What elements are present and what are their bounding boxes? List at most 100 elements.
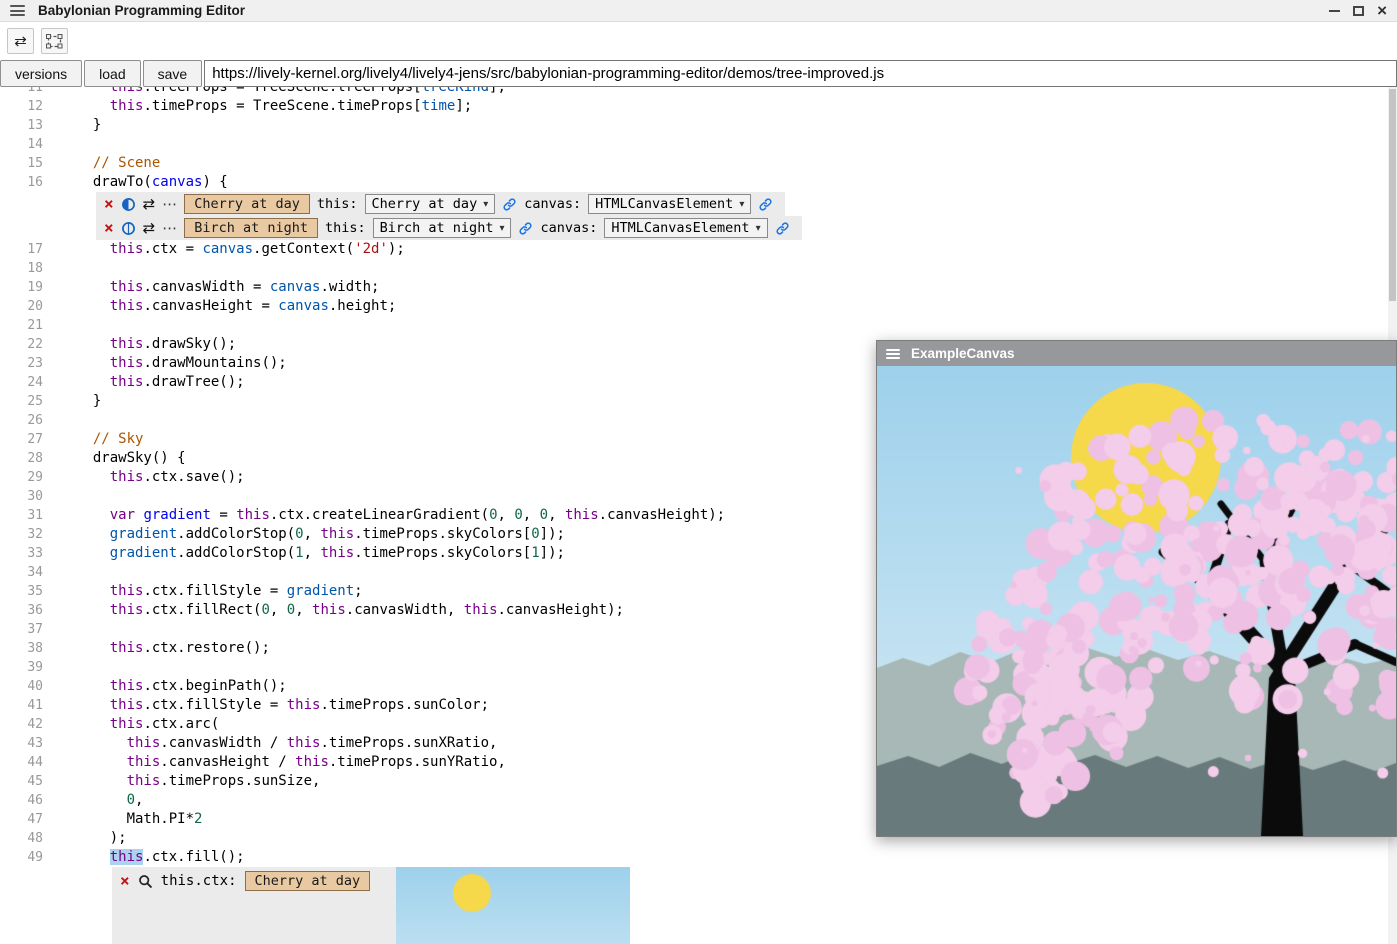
selection-frame-button[interactable] xyxy=(41,28,68,54)
example-name-button[interactable]: Birch at night xyxy=(184,218,318,238)
load-button[interactable]: load xyxy=(84,60,140,87)
code-text: this.drawSky(); xyxy=(76,335,236,354)
param-value: HTMLCanvasElement xyxy=(595,196,733,212)
code-token: .canvasWidth / xyxy=(160,735,286,751)
param-label: canvas: xyxy=(524,196,581,212)
code-token: .canvasHeight); xyxy=(599,507,725,523)
param-label: this: xyxy=(317,196,358,212)
param-dropdown[interactable]: Birch at night▾ xyxy=(373,218,512,238)
line-number: 46 xyxy=(0,791,47,810)
swap-arrows-button[interactable]: ⇄ xyxy=(7,28,34,54)
dropdown-caret-icon: ▾ xyxy=(739,199,744,210)
code-token: this xyxy=(287,735,321,751)
switch-example-icon[interactable]: ⇄ xyxy=(143,195,156,213)
code-token: this xyxy=(287,697,321,713)
code-token: this xyxy=(110,583,144,599)
param-dropdown[interactable]: HTMLCanvasElement ▾ xyxy=(588,194,751,214)
code-line: 12 this.timeProps = TreeScene.timeProps[… xyxy=(0,97,1397,116)
code-text: this.drawMountains(); xyxy=(76,354,287,373)
code-token: this xyxy=(320,526,354,542)
more-options-icon[interactable]: ⋯ xyxy=(162,219,177,237)
scrollbar-thumb[interactable] xyxy=(1389,89,1396,301)
line-number: 35 xyxy=(0,582,47,601)
example-toggle-icon[interactable] xyxy=(121,197,136,212)
line-number: 13 xyxy=(0,116,47,135)
code-line: 19 this.canvasWidth = canvas.width; xyxy=(0,278,1397,297)
close-icon[interactable]: × xyxy=(1377,4,1387,18)
line-number: 45 xyxy=(0,772,47,791)
line-number: 34 xyxy=(0,563,47,582)
code-token: .timeProps.skyColors[ xyxy=(354,526,531,542)
minimize-icon[interactable] xyxy=(1329,10,1340,12)
line-number: 41 xyxy=(0,696,47,715)
line-number: 18 xyxy=(0,259,47,278)
code-line: 21 xyxy=(0,316,1397,335)
code-token xyxy=(76,507,110,523)
line-number: 49 xyxy=(0,848,47,867)
code-token: this xyxy=(110,336,144,352)
example-canvas-titlebar[interactable]: ExampleCanvas xyxy=(877,341,1396,366)
code-token: .ctx.restore(); xyxy=(143,640,269,656)
example-canvas-menu-icon[interactable] xyxy=(886,349,900,359)
code-text: ); xyxy=(76,829,127,848)
probe-preview-canvas xyxy=(396,867,630,944)
save-button[interactable]: save xyxy=(143,60,203,87)
code-line: 16 drawTo(canvas) { xyxy=(0,173,1397,192)
param-dropdown[interactable]: Cherry at day▾ xyxy=(365,194,496,214)
maximize-icon[interactable] xyxy=(1353,6,1364,16)
probe-example-button[interactable]: Cherry at day xyxy=(245,871,371,891)
code-text: } xyxy=(76,116,101,135)
probe-expression: this.ctx: xyxy=(161,873,237,889)
link-icon[interactable] xyxy=(518,221,533,236)
code-token: 0 xyxy=(127,792,135,808)
code-token: Math.PI* xyxy=(76,811,194,827)
code-token: .treeProps = TreeScene.treeProps[ xyxy=(143,87,421,95)
window-titlebar: Babylonian Programming Editor × xyxy=(0,0,1397,22)
code-token xyxy=(76,602,110,618)
link-icon[interactable] xyxy=(775,221,790,236)
param-dropdown[interactable]: HTMLCanvasElement▾ xyxy=(604,218,767,238)
code-token xyxy=(76,336,110,352)
close-example-icon[interactable]: × xyxy=(104,196,114,212)
code-token: .ctx.fill(); xyxy=(143,849,244,865)
code-token: .timeProps = TreeScene.timeProps[ xyxy=(143,98,421,114)
example-toggle-icon[interactable] xyxy=(121,221,136,236)
code-token: .ctx.fillStyle = xyxy=(143,697,286,713)
code-token: this xyxy=(110,355,144,371)
close-example-icon[interactable]: × xyxy=(104,220,114,236)
code-token: .timeProps.sunYRatio, xyxy=(329,754,506,770)
versions-button[interactable]: versions xyxy=(0,60,82,87)
code-text: this.ctx.beginPath(); xyxy=(76,677,287,696)
code-text: this.ctx = canvas.getContext('2d'); xyxy=(76,240,405,259)
code-token: gradient xyxy=(287,583,354,599)
more-options-icon[interactable]: ⋯ xyxy=(162,195,177,213)
code-token: canvas xyxy=(270,279,321,295)
file-bar: versions load save xyxy=(0,60,1397,87)
code-token: } xyxy=(76,117,101,133)
line-number: 33 xyxy=(0,544,47,563)
code-token: .ctx.arc( xyxy=(143,716,219,732)
code-token xyxy=(76,87,110,95)
close-probe-icon[interactable]: × xyxy=(120,873,130,889)
code-token: .ctx.createLinearGradient( xyxy=(270,507,489,523)
link-icon[interactable] xyxy=(502,197,517,212)
code-token: ]); xyxy=(540,526,565,542)
code-text: this.timeProps = TreeScene.timeProps[tim… xyxy=(76,97,472,116)
line-number: 15 xyxy=(0,154,47,173)
code-text: Math.PI*2 xyxy=(76,810,202,829)
code-token: .canvasWidth = xyxy=(143,279,269,295)
code-token: .addColorStop( xyxy=(177,545,295,561)
switch-example-icon[interactable]: ⇄ xyxy=(143,219,156,237)
line-number: 43 xyxy=(0,734,47,753)
example-name-button[interactable]: Cherry at day xyxy=(184,194,310,214)
code-token xyxy=(76,773,127,789)
code-token: this xyxy=(464,602,498,618)
line-number: 32 xyxy=(0,525,47,544)
link-icon[interactable] xyxy=(758,197,773,212)
code-token: .ctx.beginPath(); xyxy=(143,678,286,694)
code-token: 0 xyxy=(531,526,539,542)
code-token: .getContext( xyxy=(253,241,354,257)
example-widget: × ⇄ ⋯ Cherry at day this: Cherry at day▾ canva… xyxy=(96,192,785,216)
hamburger-menu-icon[interactable] xyxy=(10,5,25,16)
file-url-input[interactable] xyxy=(204,60,1397,87)
